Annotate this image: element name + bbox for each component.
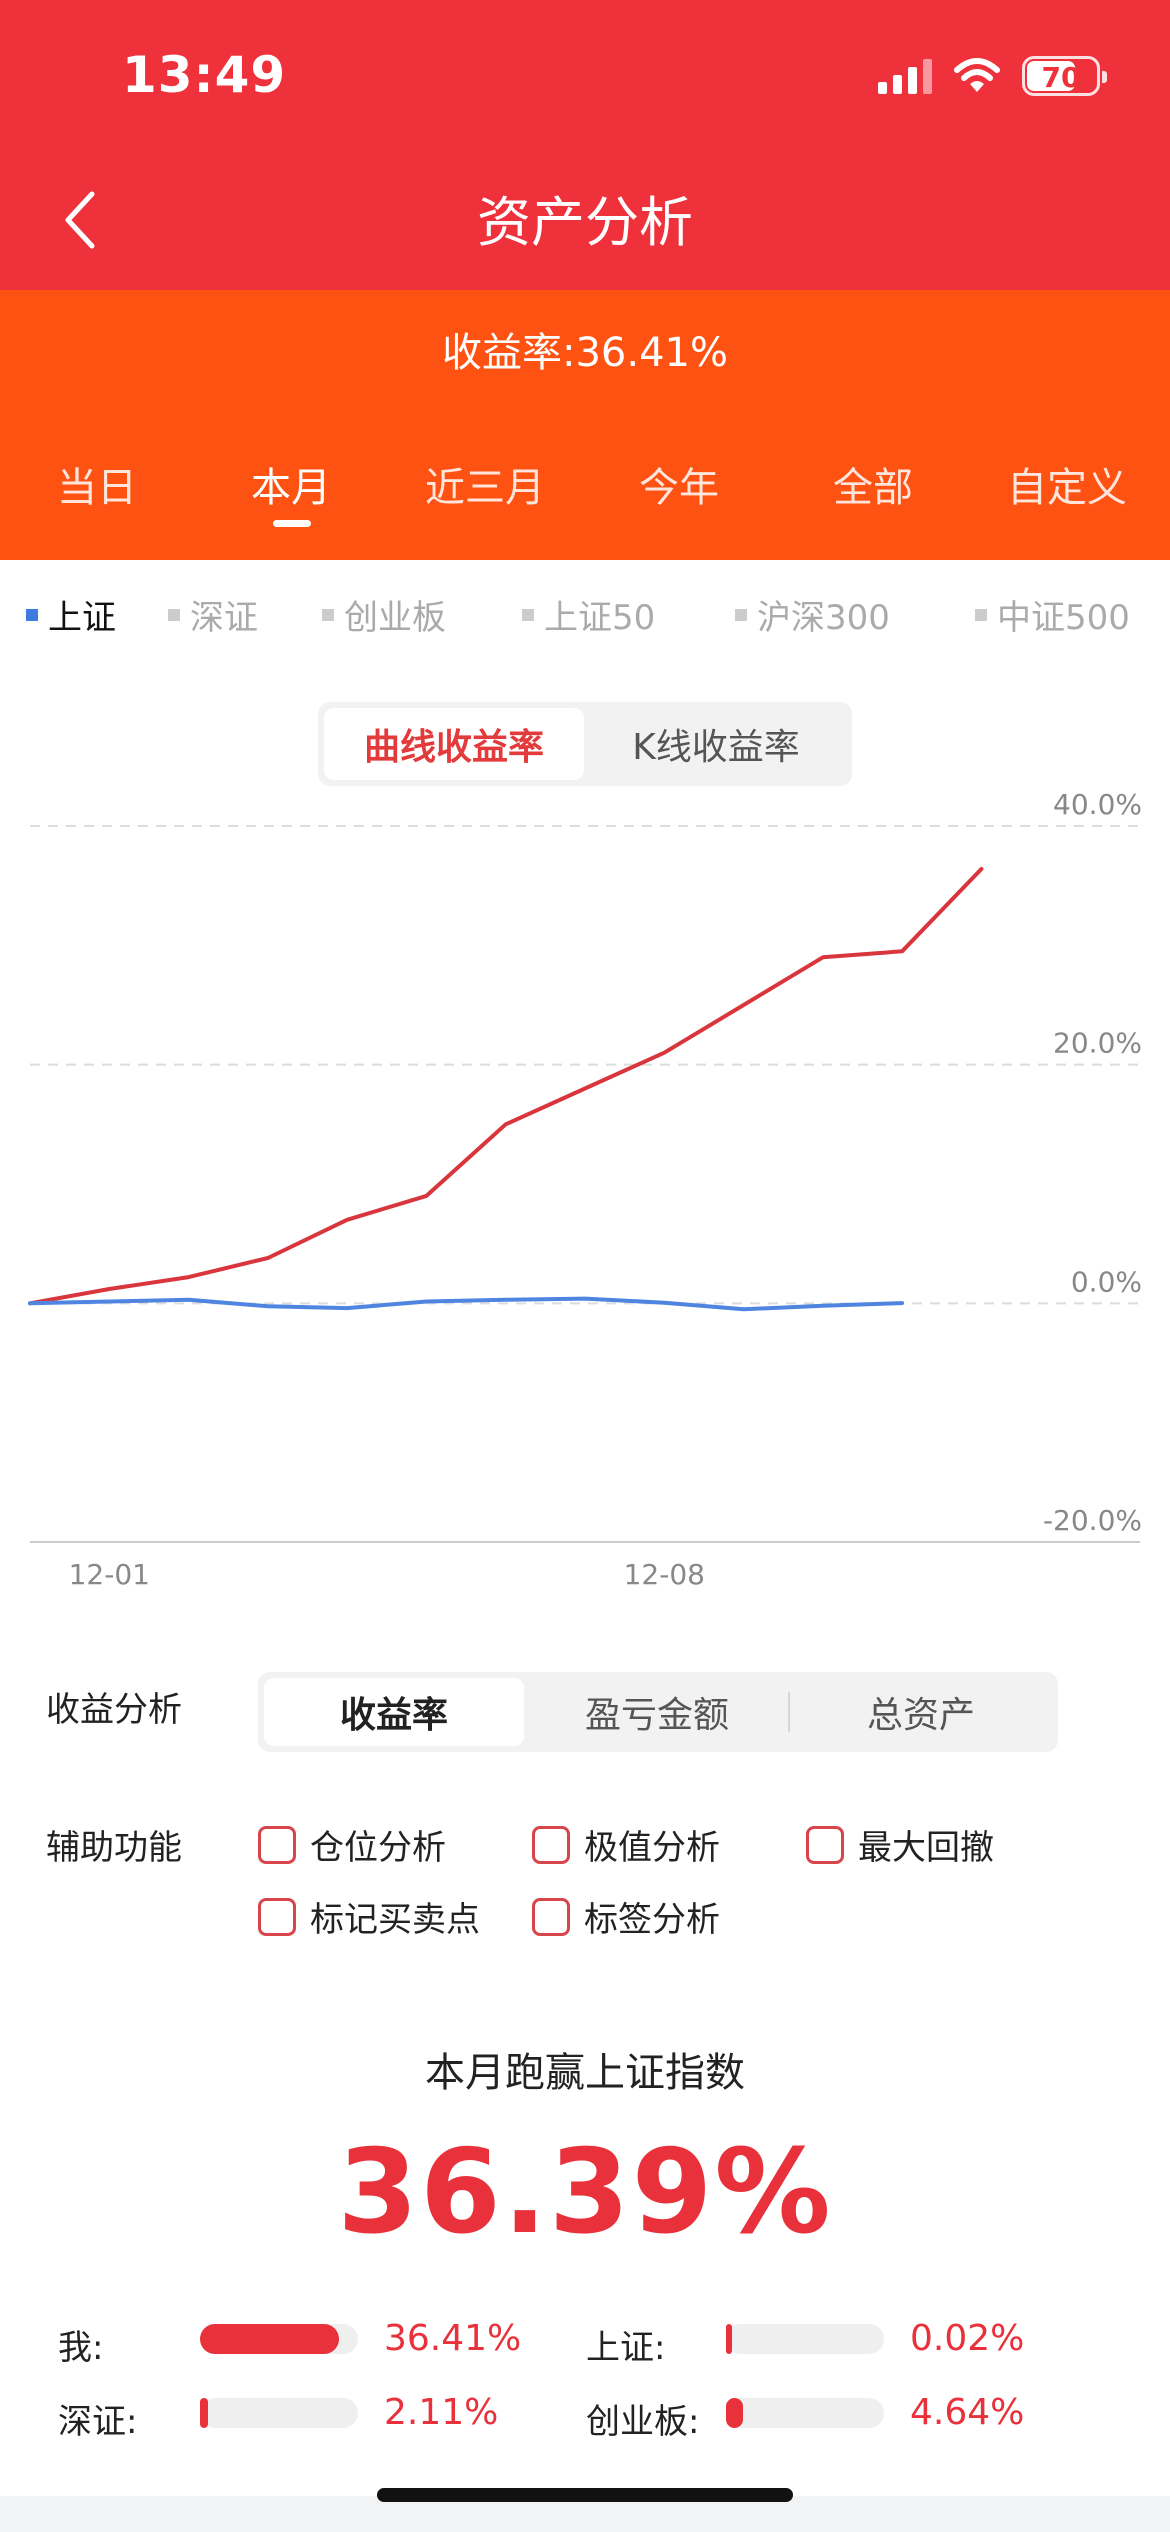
outperform-value: 36.39% [337,2125,833,2260]
checkbox-label: 仓位分析 [310,1828,446,1868]
status-bar: 13:49 70 [0,0,1170,150]
checkbox-icon [258,1897,296,1936]
checkbox-icon [532,1825,570,1864]
x-tick-label: 12-08 [624,1558,705,1591]
mark-trades-checkbox[interactable]: 标记买卖点 [258,1892,480,1941]
legend-shenzhen[interactable]: 深证 [168,590,258,639]
legend-chinext[interactable]: 创业板 [322,590,446,639]
compare-value-chinext: 4.64% [910,2392,1025,2433]
compare-fill-chinext [726,2398,744,2428]
legend-dot-icon [168,608,180,621]
legend-label: 创业板 [344,598,446,638]
legend-label: 沪深300 [757,598,890,638]
active-tab-indicator [273,520,311,527]
compare-fill-shanghai [726,2324,732,2354]
max-drawdown-checkbox[interactable]: 最大回撤 [806,1820,994,1869]
checkbox-icon [258,1825,296,1864]
compare-label-shenzhen: 深证: [58,2402,138,2442]
aux-label: 辅助功能 [46,1828,182,1868]
compare-fill-me [200,2324,340,2354]
y-tick-label: 40.0% [1053,788,1142,821]
battery-icon: 70 [1022,56,1107,96]
legend-csi300[interactable]: 沪深300 [735,590,890,639]
outperform-title: 本月跑赢上证指数 [425,2050,745,2096]
checkbox-icon [532,1897,570,1936]
compare-value-shanghai: 0.02% [910,2318,1025,2359]
index-legend: 上证 深证 创业板 上证50 沪深300 中证500 [0,590,1170,650]
legend-csi500[interactable]: 中证500 [975,590,1130,639]
position-analysis-checkbox[interactable]: 仓位分析 [258,1820,446,1869]
x-tick-label: 12-01 [69,1558,150,1591]
legend-label: 上证50 [544,598,656,638]
compare-fill-shenzhen [200,2398,208,2428]
compare-label-shanghai: 上证: [586,2328,666,2368]
tab-all[interactable]: 全部 [776,455,970,513]
y-tick-label: -20.0% [1043,1504,1142,1537]
summary-band: 收益率:36.41% 当日 本月 近三月 今年 全部 自定义 [0,290,1170,560]
tag-analysis-checkbox[interactable]: 标签分析 [532,1892,720,1941]
compare-bar-chinext [726,2398,884,2428]
status-time: 13:49 [122,46,287,104]
profit-loss-button[interactable]: 盈亏金额 [526,1678,788,1746]
cellular-signal-icon [878,58,932,94]
compare-bar-me [200,2324,358,2354]
tab-custom[interactable]: 自定义 [970,455,1164,513]
battery-level: 70 [1041,61,1081,94]
my-yield-line [28,867,984,1306]
checkbox-label: 标记买卖点 [310,1900,480,1940]
tab-today[interactable]: 当日 [0,455,194,513]
legend-label: 深证 [190,598,258,638]
compare-label-chinext: 创业板: [586,2402,700,2442]
checkbox-icon [806,1825,844,1864]
compare-bar-shanghai [726,2324,884,2354]
nav-bar: 资产分析 [0,150,1170,290]
tab-this-year[interactable]: 今年 [582,455,776,513]
compare-label-me: 我: [58,2328,104,2368]
total-yield: 收益率:36.41% [442,330,728,376]
legend-dot-icon [975,608,987,621]
yield-chart[interactable]: 40.0%20.0%0.0%-20.0%12-0112-0812-2212-29 [0,770,1170,1630]
legend-label: 上证 [48,598,116,638]
yield-rate-button[interactable]: 收益率 [264,1678,524,1746]
home-indicator [377,2488,793,2502]
analysis-toggle: 收益率 盈亏金额 总资产 [258,1672,1058,1752]
analysis-label: 收益分析 [46,1690,182,1730]
tab-three-months[interactable]: 近三月 [388,455,582,513]
compare-value-shenzhen: 2.11% [384,2392,499,2433]
total-assets-button[interactable]: 总资产 [790,1678,1052,1746]
legend-label: 中证500 [997,598,1130,638]
y-tick-label: 20.0% [1053,1027,1142,1060]
legend-dot-icon [735,608,747,621]
extreme-analysis-checkbox[interactable]: 极值分析 [532,1820,720,1869]
checkbox-label: 最大回撤 [858,1828,994,1868]
tab-this-month[interactable]: 本月 [194,455,388,513]
period-tabs: 当日 本月 近三月 今年 全部 自定义 [0,455,1170,535]
legend-shanghai[interactable]: 上证 [26,590,116,639]
wifi-icon [954,58,1000,92]
y-tick-label: 0.0% [1071,1265,1142,1298]
legend-dot-icon [522,608,534,621]
legend-dot-icon [26,608,38,621]
compare-bar-shenzhen [200,2398,358,2428]
yield-chart-svg: 40.0%20.0%0.0%-20.0%12-0112-0812-2212-29 [28,788,1142,1591]
legend-dot-icon [322,608,334,621]
checkbox-label: 标签分析 [584,1900,720,1940]
compare-value-me: 36.41% [384,2318,522,2359]
legend-sse50[interactable]: 上证50 [522,590,655,639]
page-title: 资产分析 [477,191,693,254]
checkbox-label: 极值分析 [584,1828,720,1868]
status-icons: 70 [878,56,1107,96]
